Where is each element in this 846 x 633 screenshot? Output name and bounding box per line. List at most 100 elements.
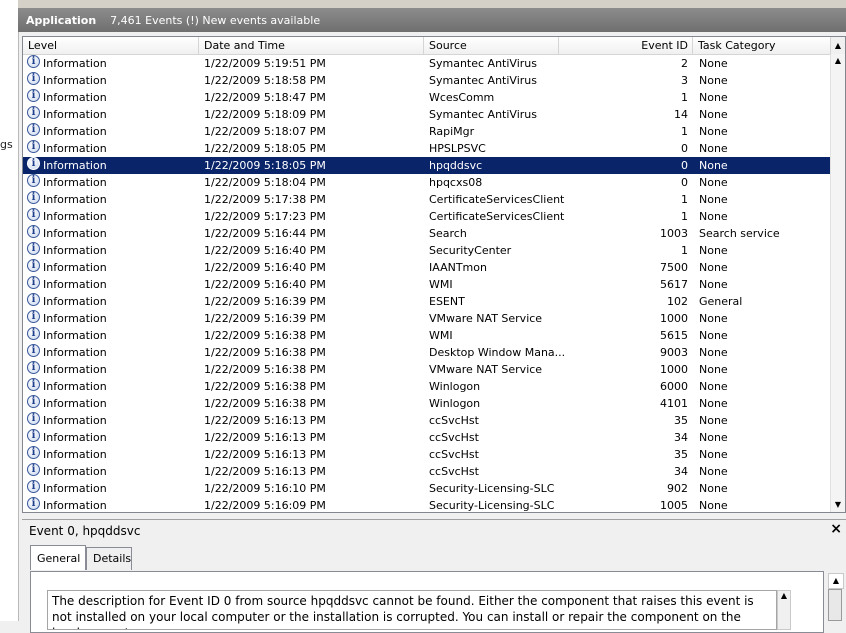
event-row[interactable]: i Information 1/22/2009 5:16:40 PM WMI 5617 N… xyxy=(23,276,831,293)
event-task-category: None xyxy=(699,482,728,495)
information-icon: i xyxy=(27,463,40,476)
event-row[interactable]: i Information 1/22/2009 5:17:38 PM Certific… xyxy=(23,191,831,208)
event-row[interactable]: i Information 1/22/2009 5:16:39 PM VMware N… xyxy=(23,310,831,327)
event-level: Information xyxy=(43,244,107,257)
event-row[interactable]: i Information 1/22/2009 5:18:09 PM Symantec… xyxy=(23,106,831,123)
event-level: Information xyxy=(43,125,107,138)
event-id: 102 xyxy=(667,295,688,308)
event-rows: i Information 1/22/2009 5:19:51 PM Symantec… xyxy=(23,55,831,512)
event-row[interactable]: i Information 1/22/2009 5:16:13 PM ccSvcHst… xyxy=(23,429,831,446)
column-header-source[interactable]: Source xyxy=(424,37,559,54)
information-icon: i xyxy=(27,259,40,272)
event-task-category: None xyxy=(699,363,728,376)
event-row[interactable]: i Information 1/22/2009 5:18:58 PM Symantec… xyxy=(23,72,831,89)
detail-vertical-scrollbar[interactable]: ▲ xyxy=(824,571,846,621)
event-id: 14 xyxy=(674,108,688,121)
event-task-category: None xyxy=(699,346,728,359)
event-level: Information xyxy=(43,108,107,121)
event-level: Information xyxy=(43,465,107,478)
information-icon: i xyxy=(27,344,40,357)
event-row[interactable]: i Information 1/22/2009 5:16:13 PM ccSvcHst… xyxy=(23,463,831,480)
event-row[interactable]: i Information 1/22/2009 5:16:13 PM ccSvcHst… xyxy=(23,446,831,463)
detail-scroll-up-icon[interactable]: ▲ xyxy=(828,573,844,589)
event-id: 1 xyxy=(681,91,688,104)
event-level: Information xyxy=(43,312,107,325)
detail-title: Event 0, hpqddsvc xyxy=(29,524,141,538)
event-id: 5615 xyxy=(660,329,688,342)
event-date: 1/22/2009 5:16:09 PM xyxy=(204,499,326,512)
event-source: Security-Licensing-SLC xyxy=(429,482,555,495)
log-header: Application 7,461 Events (!) New events … xyxy=(18,8,846,32)
events-grid[interactable]: Level Date and Time Source Event ID Task… xyxy=(22,36,846,513)
detail-scroll-thumb[interactable] xyxy=(828,589,842,621)
tab-details[interactable]: Details xyxy=(86,547,132,570)
event-row[interactable]: i Information 1/22/2009 5:16:38 PM Winlogon… xyxy=(23,378,831,395)
event-row[interactable]: i Information 1/22/2009 5:16:13 PM ccSvcHst… xyxy=(23,412,831,429)
event-row[interactable]: i Information 1/22/2009 5:16:38 PM VMware N… xyxy=(23,361,831,378)
event-source: ccSvcHst xyxy=(429,448,479,461)
event-row[interactable]: i Information 1/22/2009 5:16:39 PM ESENT 102… xyxy=(23,293,831,310)
description-scroll-up-icon[interactable]: ▲ xyxy=(777,590,791,630)
event-date: 1/22/2009 5:16:38 PM xyxy=(204,329,326,342)
event-id: 1005 xyxy=(660,499,688,512)
event-id: 0 xyxy=(681,159,688,172)
column-header-date[interactable]: Date and Time xyxy=(199,37,424,54)
event-level: Information xyxy=(43,74,107,87)
scroll-down-icon[interactable]: ▼ xyxy=(831,498,845,512)
event-row[interactable]: i Information 1/22/2009 5:16:09 PM Security… xyxy=(23,497,831,512)
information-icon: i xyxy=(27,412,40,425)
information-icon: i xyxy=(27,395,40,408)
event-row[interactable]: i Information 1/22/2009 5:18:05 PM HPSLPSVC… xyxy=(23,140,831,157)
event-level: Information xyxy=(43,159,107,172)
general-tab-panel: The description for Event ID 0 from sour… xyxy=(30,571,824,633)
event-row[interactable]: i Information 1/22/2009 5:17:23 PM Certific… xyxy=(23,208,831,225)
column-header-event-id[interactable]: Event ID xyxy=(559,37,693,54)
event-id: 4101 xyxy=(660,397,688,410)
event-id: 9003 xyxy=(660,346,688,359)
events-vertical-scrollbar[interactable]: ▲ ▼ xyxy=(830,54,845,512)
event-task-category: None xyxy=(699,414,728,427)
event-row[interactable]: i Information 1/22/2009 5:16:10 PM Security… xyxy=(23,480,831,497)
event-source: CertificateServicesClient xyxy=(429,193,565,206)
information-icon: i xyxy=(27,123,40,136)
event-id: 0 xyxy=(681,176,688,189)
column-header-task-category[interactable]: Task Category xyxy=(693,37,831,54)
event-row[interactable]: i Information 1/22/2009 5:16:38 PM Desktop … xyxy=(23,344,831,361)
information-icon: i xyxy=(27,327,40,340)
event-row[interactable]: i Information 1/22/2009 5:16:40 PM Security… xyxy=(23,242,831,259)
event-description[interactable]: The description for Event ID 0 from sour… xyxy=(47,590,777,630)
event-id: 34 xyxy=(674,465,688,478)
event-date: 1/22/2009 5:16:13 PM xyxy=(204,431,326,444)
event-source: IAANTmon xyxy=(429,261,487,274)
event-task-category: None xyxy=(699,193,728,206)
event-id: 35 xyxy=(674,448,688,461)
header-scroll-up-icon[interactable]: ▲ xyxy=(830,37,845,54)
event-level: Information xyxy=(43,261,107,274)
event-task-category: None xyxy=(699,397,728,410)
event-source: CertificateServicesClient xyxy=(429,210,565,223)
event-source: ccSvcHst xyxy=(429,431,479,444)
event-date: 1/22/2009 5:16:10 PM xyxy=(204,482,326,495)
event-row[interactable]: i Information 1/22/2009 5:16:38 PM Winlogon… xyxy=(23,395,831,412)
top-border xyxy=(18,0,846,8)
event-id: 34 xyxy=(674,431,688,444)
event-id: 1003 xyxy=(660,227,688,240)
event-date: 1/22/2009 5:16:38 PM xyxy=(204,346,326,359)
event-row[interactable]: i Information 1/22/2009 5:16:44 PM Search 10… xyxy=(23,225,831,242)
event-row[interactable]: i Information 1/22/2009 5:18:05 PM hpqddsvc… xyxy=(23,157,831,174)
event-row[interactable]: i Information 1/22/2009 5:16:40 PM IAANTmon… xyxy=(23,259,831,276)
scroll-up-icon[interactable]: ▲ xyxy=(831,54,845,68)
event-row[interactable]: i Information 1/22/2009 5:18:47 PM WcesComm… xyxy=(23,89,831,106)
information-icon: i xyxy=(27,378,40,391)
event-source: RapiMgr xyxy=(429,125,475,138)
close-icon[interactable]: × xyxy=(830,521,842,537)
event-row[interactable]: i Information 1/22/2009 5:18:04 PM hpqcxs08… xyxy=(23,174,831,191)
event-source: Winlogon xyxy=(429,397,481,410)
tab-general[interactable]: General xyxy=(30,545,86,570)
event-row[interactable]: i Information 1/22/2009 5:18:07 PM RapiMgr 1… xyxy=(23,123,831,140)
event-row[interactable]: i Information 1/22/2009 5:16:38 PM WMI 5615 N… xyxy=(23,327,831,344)
column-header-level[interactable]: Level xyxy=(23,37,199,54)
event-row[interactable]: i Information 1/22/2009 5:19:51 PM Symantec… xyxy=(23,55,831,72)
event-id: 5617 xyxy=(660,278,688,291)
event-id: 7500 xyxy=(660,261,688,274)
